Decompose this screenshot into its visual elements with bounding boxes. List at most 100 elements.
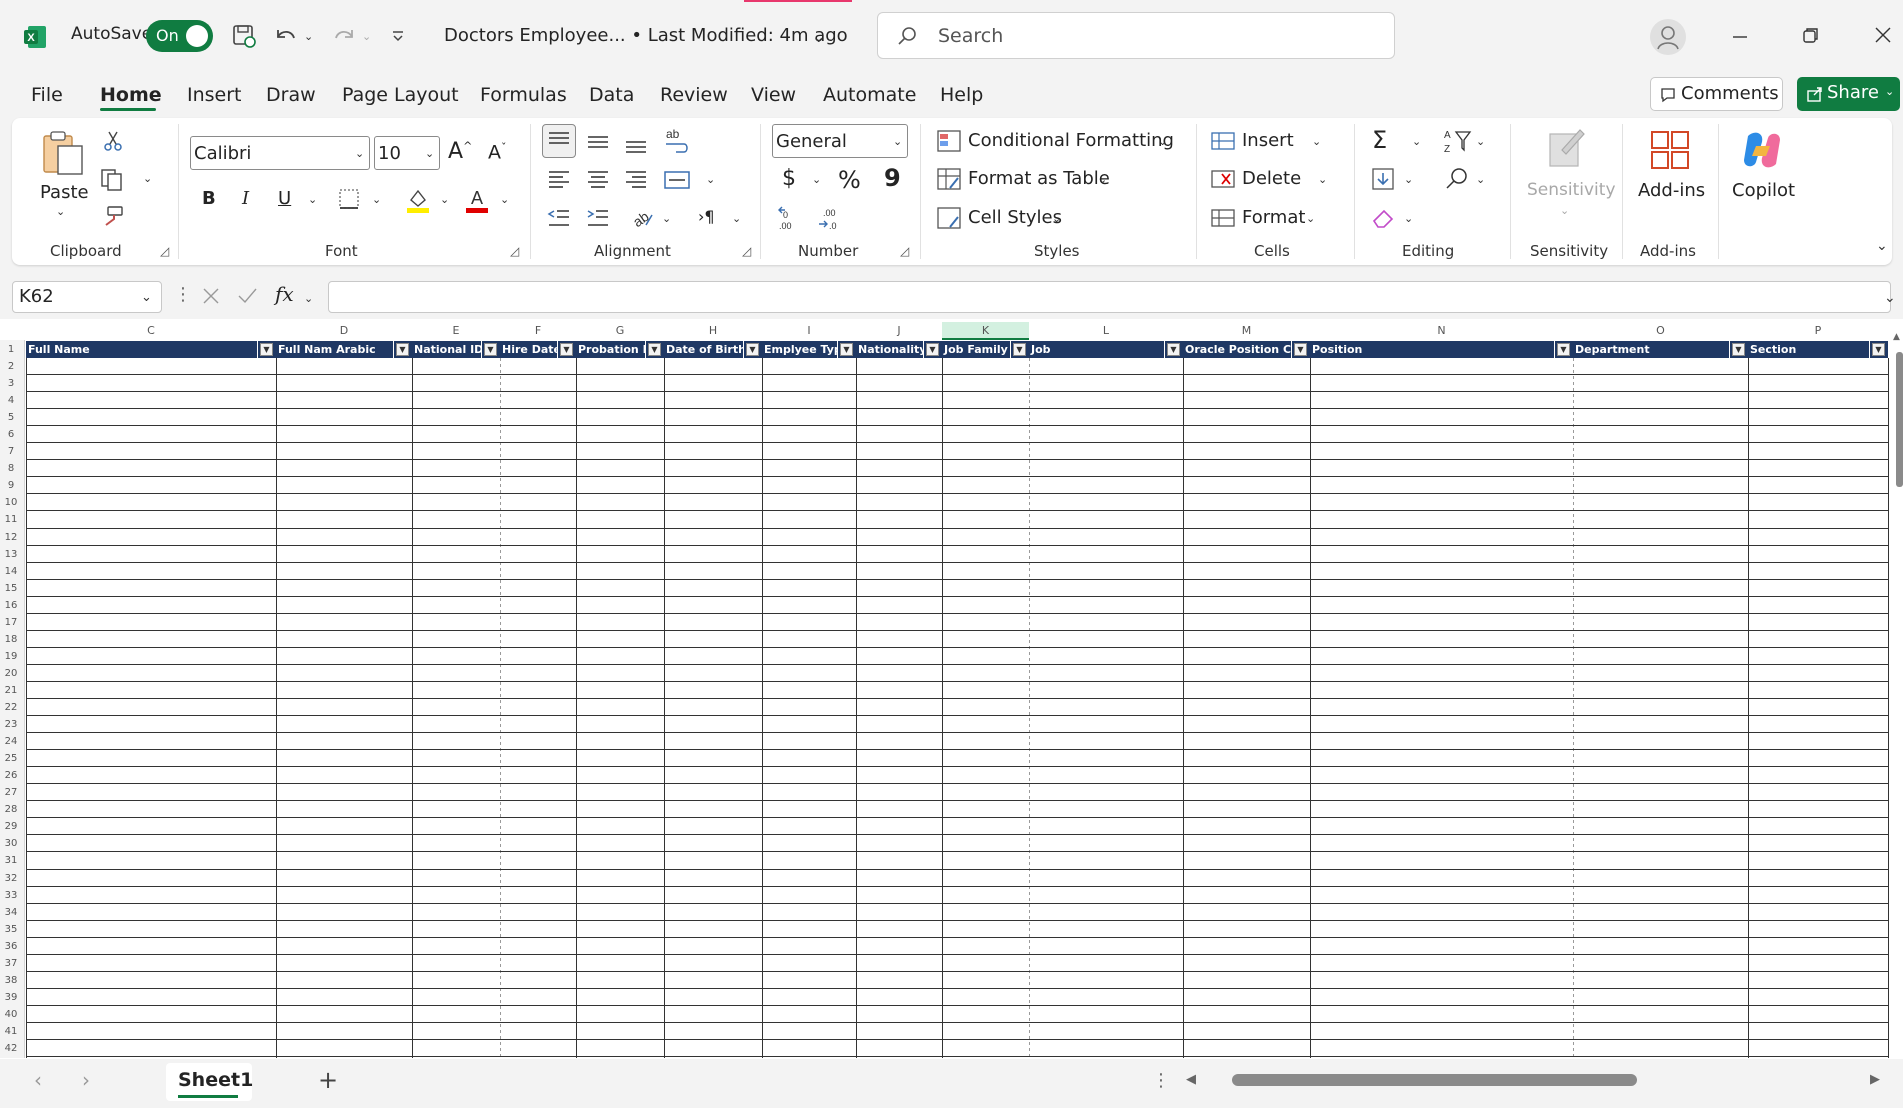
clear-icon[interactable] [1370, 205, 1396, 231]
avatar[interactable] [1650, 19, 1686, 55]
row-header[interactable]: 29 [0, 818, 22, 835]
row-header[interactable]: 25 [0, 750, 22, 767]
filter-dropdown-icon[interactable]: ▼ [840, 343, 853, 356]
table-header-cell[interactable]: Oracle Position C [1183, 341, 1292, 358]
name-box[interactable]: K62 ⌄ [12, 281, 162, 313]
row-header[interactable]: 11 [0, 511, 22, 528]
row-header[interactable]: 30 [0, 835, 22, 852]
sort-filter-dropdown-icon[interactable]: ⌄ [1476, 135, 1485, 148]
row-header[interactable]: 8 [0, 460, 22, 477]
formula-bar-options-icon[interactable]: ⋮ [174, 284, 192, 305]
align-middle-icon[interactable] [584, 128, 612, 156]
align-center-icon[interactable] [584, 166, 612, 194]
font-launcher-icon[interactable]: ◿ [510, 244, 519, 258]
format-cells-button[interactable]: Format [1242, 207, 1305, 228]
tab-page-layout[interactable]: Page Layout [342, 84, 459, 106]
align-top-button[interactable] [542, 124, 576, 158]
orientation-dropdown-icon[interactable]: ⌄ [662, 212, 671, 225]
table-header-cell[interactable]: Nationality [856, 341, 924, 358]
add-ins-icon[interactable] [1648, 128, 1692, 172]
clear-dropdown-icon[interactable]: ⌄ [1404, 212, 1413, 225]
alignment-launcher-icon[interactable]: ◿ [742, 244, 751, 258]
table-header-cell[interactable]: Hire Date [500, 341, 558, 358]
filter-dropdown-icon[interactable]: ▼ [1872, 343, 1885, 356]
cut-icon[interactable] [102, 130, 124, 152]
delete-cells-button[interactable]: Delete [1242, 168, 1301, 189]
tab-formulas[interactable]: Formulas [480, 84, 567, 106]
row-header[interactable]: 36 [0, 938, 22, 955]
filter-dropdown-icon[interactable]: ▼ [560, 343, 573, 356]
cancel-entry-icon[interactable] [201, 286, 221, 306]
column-header-f[interactable]: F [500, 322, 576, 340]
filter-dropdown-icon[interactable]: ▼ [396, 343, 409, 356]
increase-indent-icon[interactable] [584, 205, 612, 231]
filter-dropdown-icon[interactable]: ▼ [1732, 343, 1745, 356]
fill-icon[interactable] [1370, 166, 1396, 192]
previous-sheet-icon[interactable]: ‹ [34, 1068, 42, 1092]
percent-button[interactable]: % [838, 166, 861, 194]
column-header-d[interactable]: D [276, 322, 412, 340]
table-header-cell[interactable]: National ID [412, 341, 482, 358]
filter-dropdown-icon[interactable]: ▼ [260, 343, 273, 356]
title-chevron-down-icon[interactable]: ⌄ [812, 27, 825, 46]
cell-styles-icon[interactable] [936, 205, 962, 231]
fill-dropdown-icon[interactable]: ⌄ [1404, 173, 1413, 186]
spreadsheet-grid[interactable] [0, 319, 1903, 1059]
row-header[interactable]: 22 [0, 699, 22, 716]
column-header-g[interactable]: G [576, 322, 664, 340]
row-header[interactable]: 5 [0, 409, 22, 426]
column-header-e[interactable]: E [412, 322, 500, 340]
row-header[interactable]: 13 [0, 546, 22, 563]
add-ins-button[interactable]: Add-ins [1638, 180, 1705, 201]
paste-dropdown-icon[interactable]: ⌄ [56, 205, 65, 218]
find-select-icon[interactable] [1444, 166, 1470, 192]
row-header[interactable]: 21 [0, 682, 22, 699]
increase-font-size-icon[interactable]: A^ [448, 139, 472, 164]
conditional-formatting-dropdown-icon[interactable]: ⌄ [1158, 135, 1167, 148]
save-icon[interactable] [230, 22, 258, 50]
align-bottom-icon[interactable] [622, 128, 650, 156]
underline-dropdown-icon[interactable]: ⌄ [308, 193, 317, 206]
row-header[interactable]: 33 [0, 887, 22, 904]
merge-center-icon[interactable] [662, 166, 692, 194]
comments-button[interactable]: Comments [1650, 77, 1783, 111]
row-header[interactable]: 31 [0, 852, 22, 869]
add-sheet-icon[interactable]: + [318, 1066, 338, 1094]
column-header-k[interactable]: K [942, 322, 1029, 340]
row-header[interactable]: 42 [0, 1040, 22, 1057]
autosum-icon[interactable]: Σ [1372, 126, 1387, 154]
column-header-p[interactable]: P [1748, 322, 1888, 340]
filter-dropdown-icon[interactable]: ▼ [926, 343, 939, 356]
borders-icon[interactable] [338, 188, 360, 210]
number-format-select[interactable]: General ⌄ [772, 124, 908, 158]
row-header[interactable]: 10 [0, 494, 22, 511]
fill-color-dropdown-icon[interactable]: ⌄ [440, 193, 449, 206]
row-header[interactable]: 34 [0, 904, 22, 921]
column-header-l[interactable]: L [1029, 322, 1183, 340]
table-header-cell[interactable]: Full Nam Arabic [276, 341, 394, 358]
scroll-left-icon[interactable]: ◀ [1186, 1072, 1196, 1087]
row-header[interactable]: 23 [0, 716, 22, 733]
row-header[interactable]: 16 [0, 597, 22, 614]
orientation-icon[interactable]: ab [628, 203, 656, 231]
decrease-indent-icon[interactable] [545, 205, 573, 231]
tab-view[interactable]: View [751, 84, 796, 106]
merge-dropdown-icon[interactable]: ⌄ [706, 173, 715, 186]
row-header[interactable]: 18 [0, 631, 22, 648]
currency-button[interactable]: $ [782, 166, 796, 191]
text-direction-icon[interactable]: ›¶ [698, 207, 715, 226]
row-header[interactable]: 14 [0, 563, 22, 580]
table-header-cell[interactable]: Job Family [942, 341, 1011, 358]
column-header-j[interactable]: J [856, 322, 942, 340]
format-as-table-button[interactable]: Format as Table [968, 168, 1110, 189]
conditional-formatting-icon[interactable] [936, 128, 962, 154]
format-painter-icon[interactable] [100, 205, 126, 229]
tab-home[interactable]: Home [100, 84, 162, 106]
row-header[interactable]: 15 [0, 580, 22, 597]
row-header[interactable]: 4 [0, 392, 22, 409]
italic-button[interactable]: I [242, 188, 249, 209]
row-header[interactable]: 38 [0, 972, 22, 989]
fill-color-icon[interactable] [405, 186, 431, 214]
enter-entry-icon[interactable] [236, 286, 258, 306]
filter-dropdown-icon[interactable]: ▼ [1557, 343, 1570, 356]
